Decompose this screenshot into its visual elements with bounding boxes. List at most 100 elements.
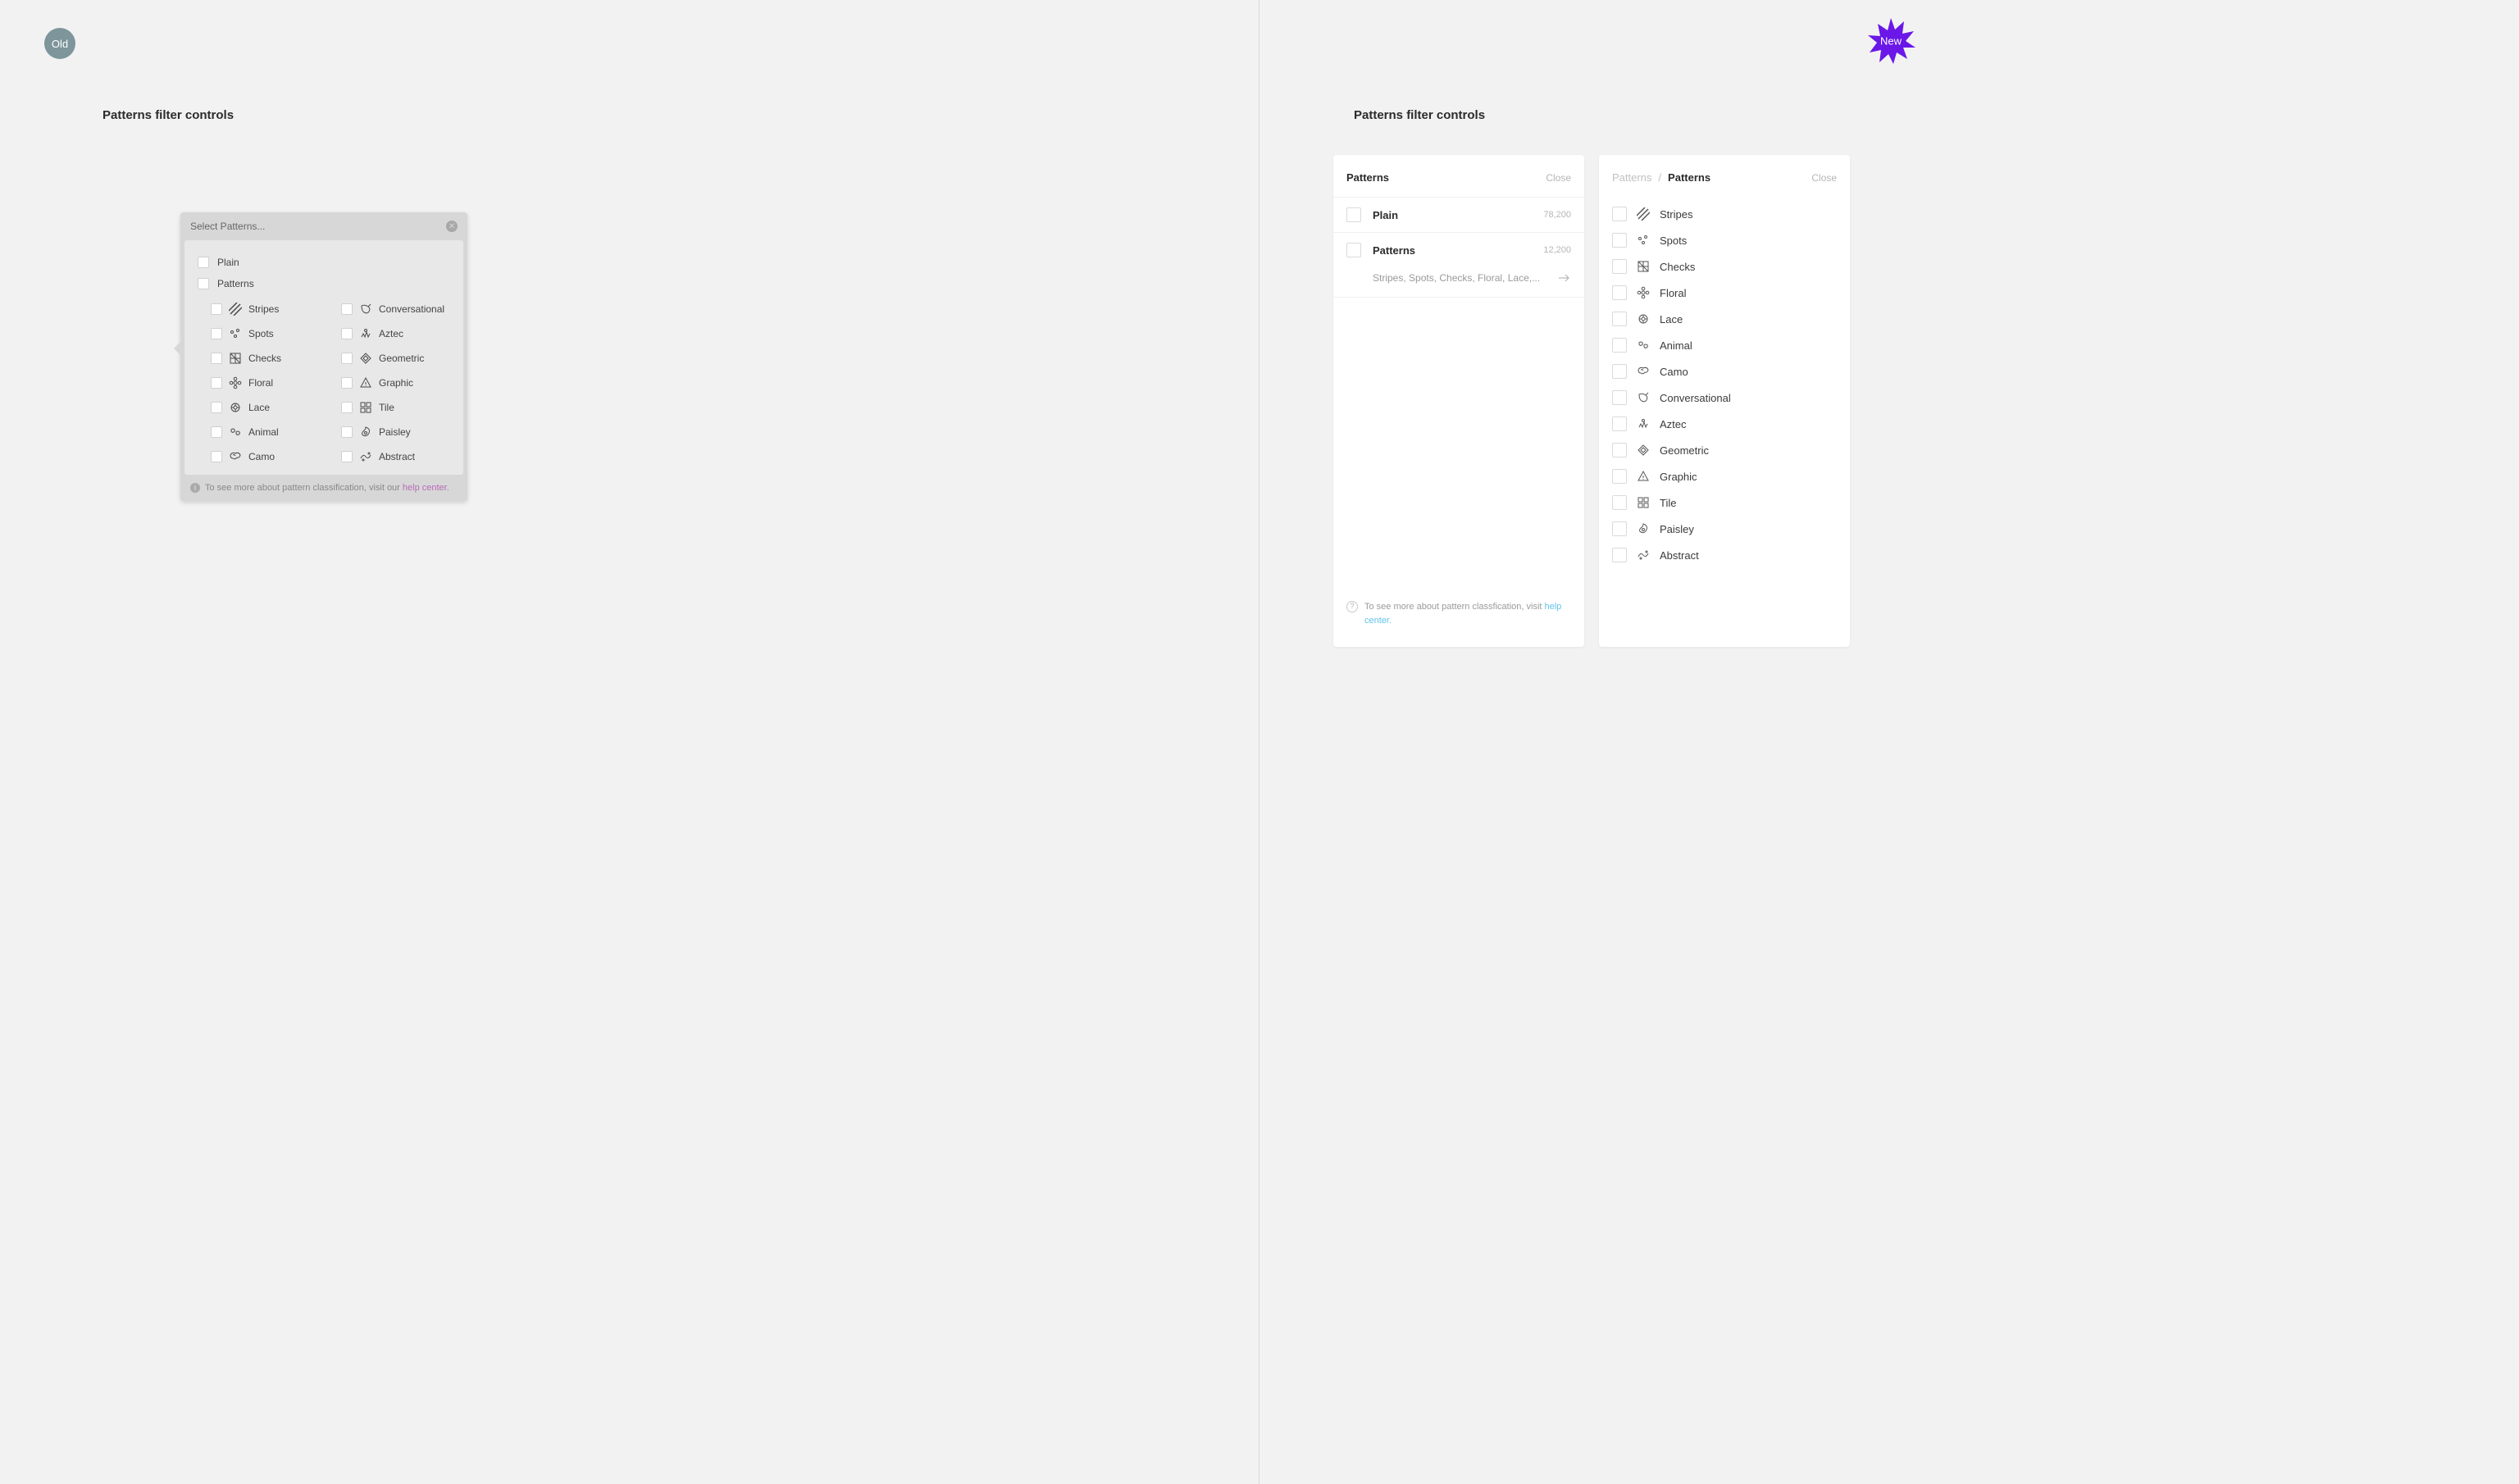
breadcrumb-separator: / [1658, 171, 1661, 184]
new-patterns-panel-level2: Patterns / Patterns Close Stripes Spots Ch… [1599, 155, 1850, 647]
geometric-icon [359, 352, 372, 365]
checkbox[interactable] [1346, 207, 1361, 222]
pattern-option[interactable]: Floral [211, 376, 325, 389]
pattern-option[interactable]: Abstract [341, 450, 455, 463]
checkbox[interactable] [1612, 364, 1627, 379]
pattern-label: Spots [1660, 234, 1687, 247]
old-pattern-col-left: Stripes Spots Checks Floral Lace Animal Camo [211, 303, 325, 463]
checkbox[interactable] [341, 353, 353, 364]
pattern-option[interactable]: Geometric [1612, 443, 1837, 457]
checkbox[interactable] [341, 328, 353, 339]
close-button[interactable]: Close [1811, 172, 1837, 184]
checkbox[interactable] [1612, 285, 1627, 300]
pattern-option[interactable]: Aztec [341, 327, 455, 340]
checkbox[interactable] [211, 303, 222, 315]
pattern-option[interactable]: Animal [211, 426, 325, 439]
checkbox[interactable] [1612, 443, 1627, 457]
patterns-subline[interactable]: Stripes, Spots, Checks, Floral, Lace,... [1333, 267, 1584, 298]
pattern-label: Paisley [379, 426, 411, 438]
checkbox[interactable] [1346, 243, 1361, 257]
checkbox[interactable] [1612, 259, 1627, 274]
close-button[interactable]: Close [1546, 172, 1571, 184]
row-count: 78,200 [1543, 210, 1571, 220]
checkbox[interactable] [211, 328, 222, 339]
checkbox[interactable] [341, 451, 353, 462]
row-label: Plain [1373, 209, 1532, 221]
pattern-label: Lace [248, 402, 270, 413]
panel1-title: Patterns [1346, 171, 1389, 184]
pattern-option[interactable]: Animal [1612, 338, 1837, 353]
breadcrumb: Patterns / Patterns [1612, 171, 1710, 184]
pattern-option[interactable]: Spots [211, 327, 325, 340]
pattern-label: Spots [248, 328, 274, 339]
help-center-link[interactable]: help center. [403, 483, 449, 493]
checkbox-patterns[interactable] [198, 278, 209, 289]
pattern-label: Conversational [379, 303, 444, 315]
checkbox[interactable] [341, 303, 353, 315]
pattern-option[interactable]: Camo [1612, 364, 1837, 379]
pattern-option[interactable]: Camo [211, 450, 325, 463]
new-badge: New [1866, 16, 1915, 66]
checkbox[interactable] [1612, 548, 1627, 562]
lace-icon [229, 401, 242, 414]
filter-row[interactable]: Patterns12,200 [1333, 232, 1584, 267]
checkbox-plain[interactable] [198, 257, 209, 268]
pattern-option[interactable]: Checks [211, 352, 325, 365]
pattern-option[interactable]: Graphic [1612, 469, 1837, 484]
aztec-icon [359, 327, 372, 340]
breadcrumb-parent[interactable]: Patterns [1612, 171, 1651, 184]
pattern-option[interactable]: Lace [1612, 312, 1837, 326]
checkbox[interactable] [211, 451, 222, 462]
checkbox[interactable] [211, 377, 222, 389]
checkbox[interactable] [211, 402, 222, 413]
filter-row[interactable]: Plain 78,200 [1333, 197, 1584, 232]
checkbox[interactable] [1612, 338, 1627, 353]
pattern-option[interactable]: Conversational [1612, 390, 1837, 405]
pattern-label: Geometric [1660, 444, 1709, 457]
checkbox[interactable] [1612, 469, 1627, 484]
pattern-label: Lace [1660, 313, 1683, 325]
pattern-label: Tile [1660, 497, 1676, 509]
pattern-label: Paisley [1660, 523, 1694, 535]
pattern-option[interactable]: Spots [1612, 233, 1837, 248]
checkbox[interactable] [1612, 521, 1627, 536]
pattern-option[interactable]: Lace [211, 401, 325, 414]
pattern-option[interactable]: Geometric [341, 352, 455, 365]
pattern-option[interactable]: Stripes [211, 303, 325, 316]
pattern-label: Floral [1660, 287, 1687, 299]
pattern-option[interactable]: Graphic [341, 376, 455, 389]
checkbox[interactable] [1612, 495, 1627, 510]
checkbox[interactable] [341, 377, 353, 389]
pattern-option[interactable]: Stripes [1612, 207, 1837, 221]
pattern-option[interactable]: Conversational [341, 303, 455, 316]
pattern-label: Checks [1660, 261, 1695, 273]
checkbox[interactable] [211, 426, 222, 438]
pattern-list: Stripes Spots Checks Floral Lace Animal Camo Co… [1599, 197, 1850, 576]
checkbox[interactable] [1612, 390, 1627, 405]
checkbox[interactable] [341, 402, 353, 413]
pattern-option[interactable]: Abstract [1612, 548, 1837, 562]
pattern-option[interactable]: Tile [341, 401, 455, 414]
checks-icon [229, 352, 242, 365]
pattern-option[interactable]: Floral [1612, 285, 1837, 300]
pattern-label: Animal [248, 426, 279, 438]
pattern-label: Conversational [1660, 392, 1731, 404]
checkbox[interactable] [1612, 233, 1627, 248]
pattern-option[interactable]: Tile [1612, 495, 1837, 510]
pattern-option[interactable]: Aztec [1612, 417, 1837, 431]
abstract-icon [1637, 549, 1650, 562]
checkbox[interactable] [211, 353, 222, 364]
checkbox[interactable] [341, 426, 353, 438]
tile-icon [1637, 496, 1650, 509]
plain-label: Plain [217, 257, 239, 268]
pattern-option[interactable]: Paisley [1612, 521, 1837, 536]
pattern-option[interactable]: Paisley [341, 426, 455, 439]
checkbox[interactable] [1612, 417, 1627, 431]
checkbox[interactable] [1612, 207, 1627, 221]
pattern-label: Aztec [1660, 418, 1687, 430]
pattern-label: Abstract [379, 451, 415, 462]
close-icon[interactable]: ✕ [446, 221, 458, 232]
pattern-option[interactable]: Checks [1612, 259, 1837, 274]
checks-icon [1637, 260, 1650, 273]
checkbox[interactable] [1612, 312, 1627, 326]
